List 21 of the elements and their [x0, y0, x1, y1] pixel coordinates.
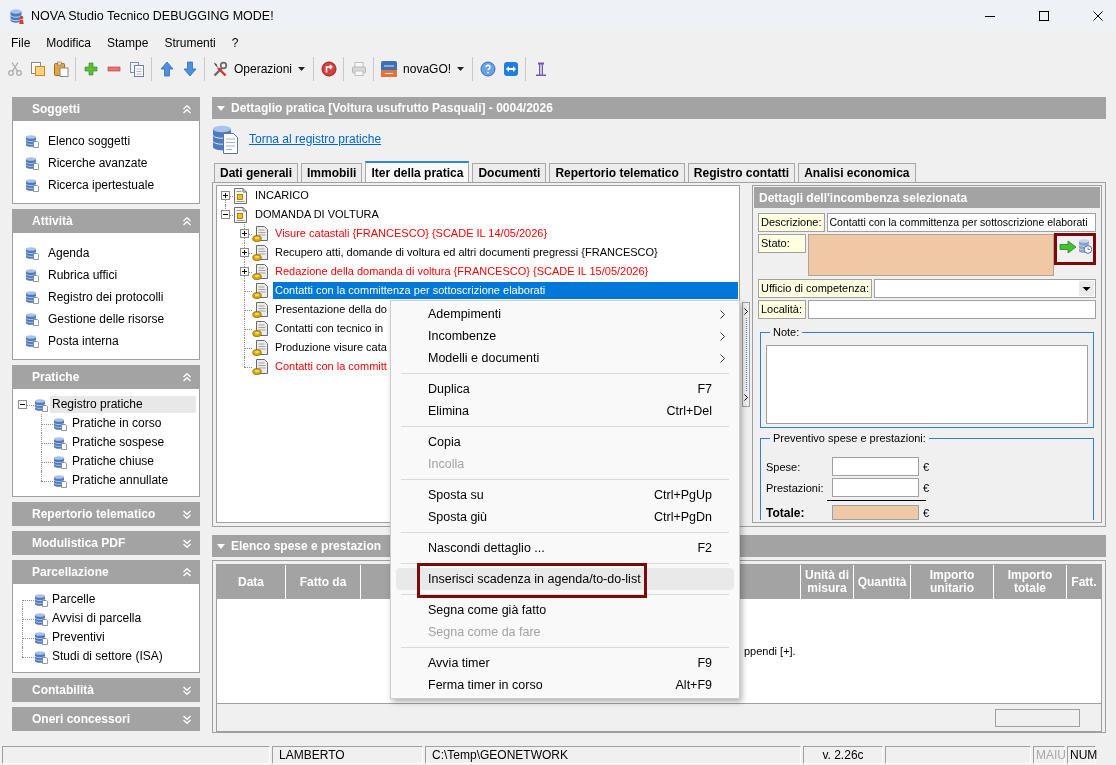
- group-label: Note:: [772, 326, 801, 339]
- status-text: C:\Temp\GEONETWORK: [425, 746, 801, 764]
- column-header: Fatt.: [1070, 573, 1098, 591]
- group-label: Preventivo spese e prestazioni:: [772, 432, 927, 445]
- status-text: v. 2.26c: [803, 746, 883, 764]
- field-label: Ufficio di competenza:: [758, 279, 873, 298]
- empty-table-message: ppendi [+].: [744, 645, 796, 657]
- currency-symbol: €: [923, 460, 930, 473]
- currency-symbol: €: [923, 506, 930, 519]
- field-label: Spese:: [766, 460, 802, 473]
- field-label: Descrizione:: [758, 213, 825, 232]
- field-label: Totale:: [766, 505, 806, 520]
- status-text: LAMBERTO: [272, 746, 423, 764]
- key-indicator: MAIU: [1033, 746, 1065, 764]
- window-title: NOVA Studio Tecnico DEBUGGING MODE!: [31, 8, 274, 23]
- field-label: Località:: [758, 300, 806, 319]
- field-label: Stato:: [758, 234, 806, 253]
- panel-header: Dettagli dell'incombenza selezionata: [754, 187, 1100, 208]
- field-label: Prestazioni:: [766, 481, 825, 494]
- currency-symbol: €: [923, 481, 930, 494]
- key-indicator: NUM: [1067, 746, 1096, 764]
